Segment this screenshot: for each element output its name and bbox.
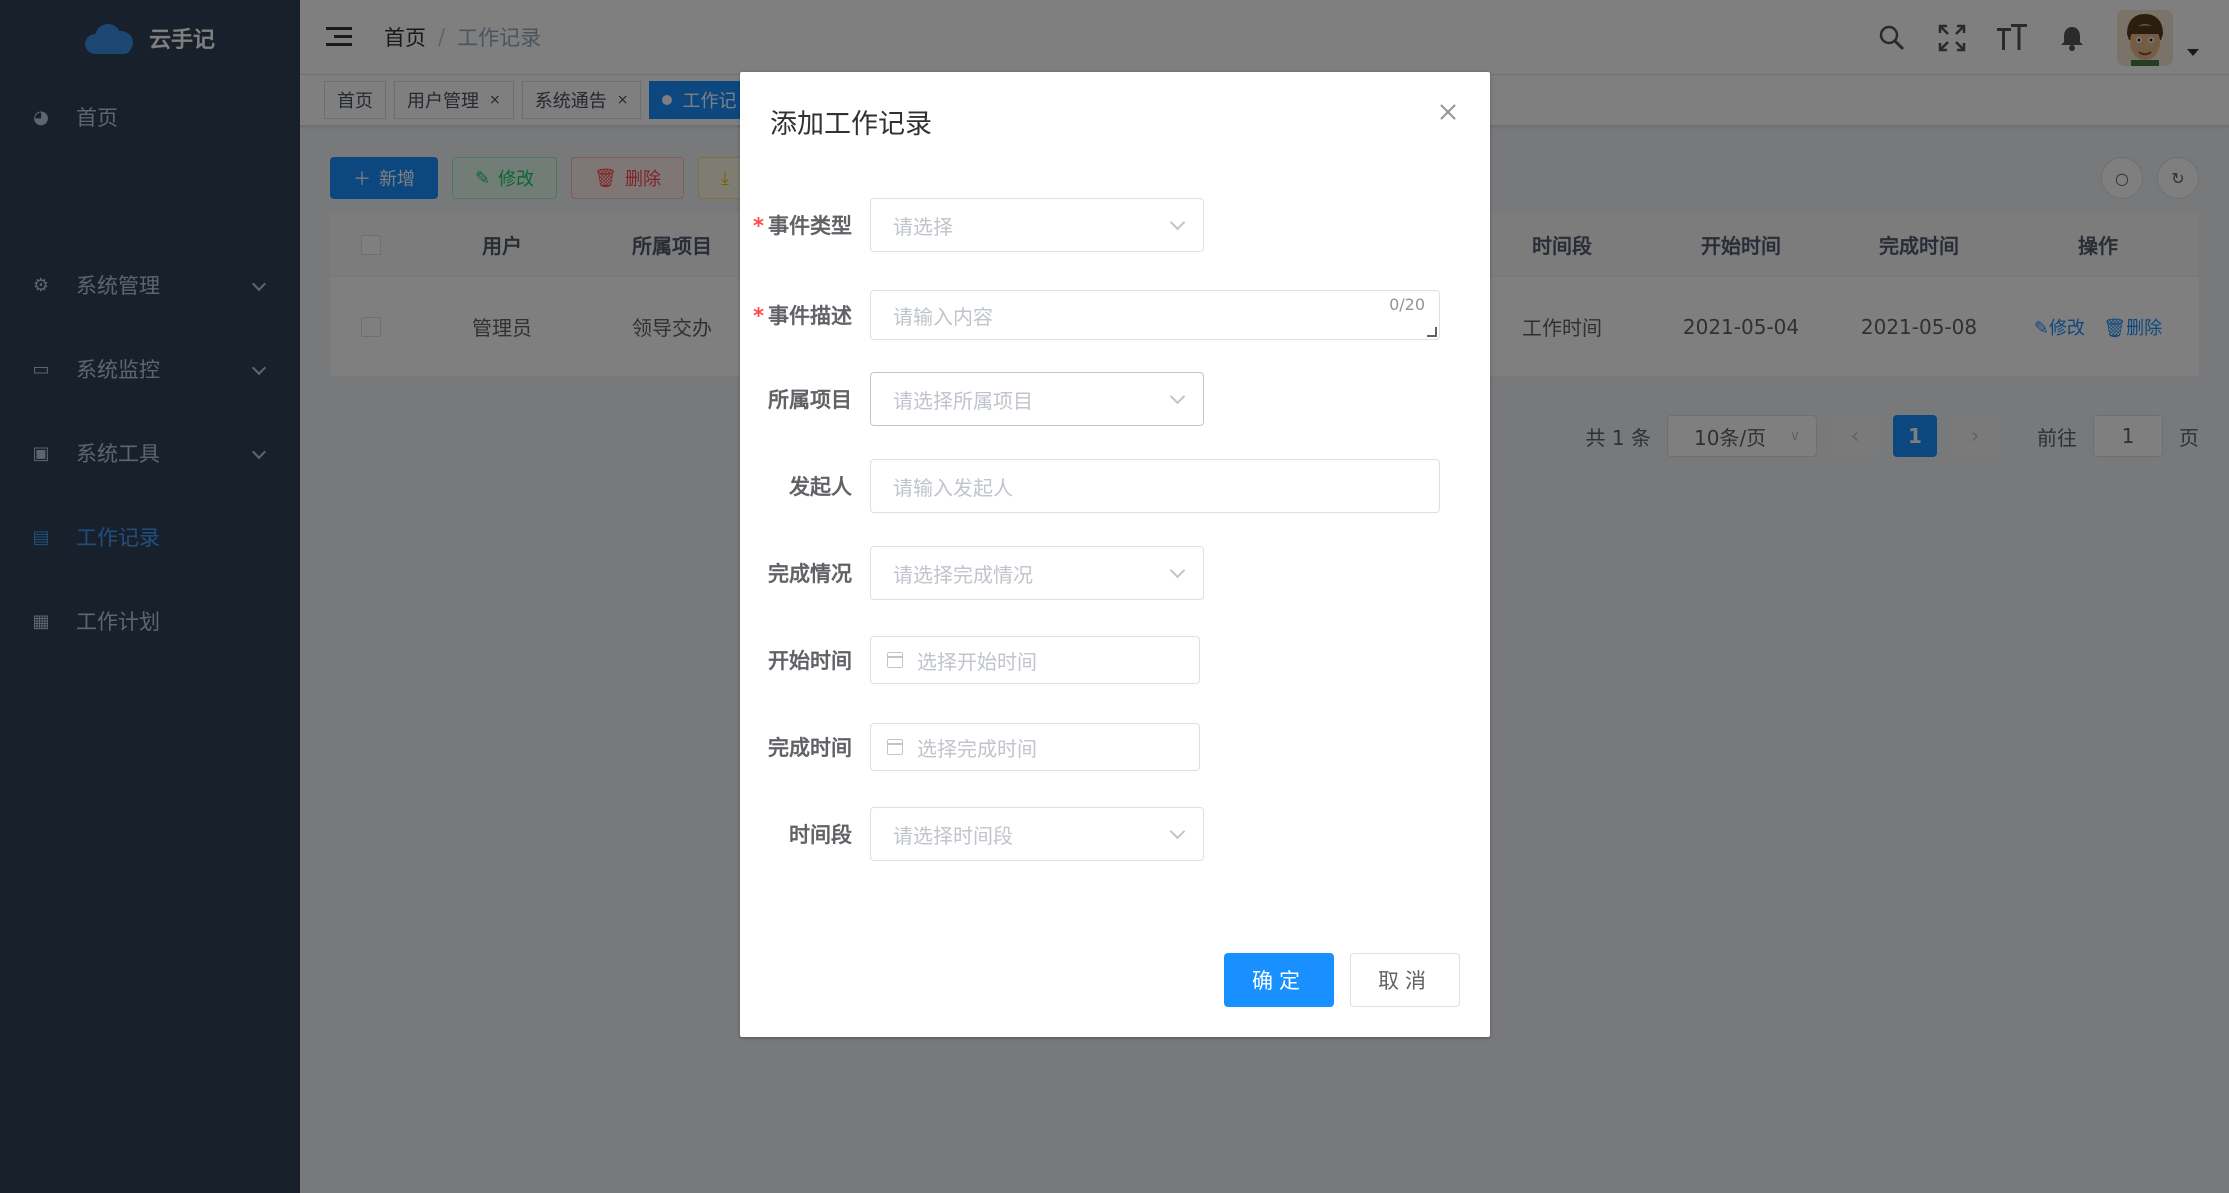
form-row-event-type: * 事件类型 请选择 [740, 198, 1490, 252]
dialog-footer: 确定 取消 [1224, 953, 1460, 1007]
add-work-record-dialog: 添加工作记录 * 事件类型 请选择 * 事件描述 请输入内容 0/20 所属项目 请… [740, 72, 1490, 1037]
form-row-status: 完成情况 请选择完成情况 [740, 546, 1490, 600]
period-placeholder: 请选择时间段 [893, 823, 1013, 848]
status-placeholder: 请选择完成情况 [893, 562, 1033, 587]
form-row-end-time: 完成时间 选择完成时间 [740, 723, 1490, 771]
cancel-button[interactable]: 取消 [1350, 953, 1460, 1007]
calendar-icon [887, 652, 903, 668]
label-event-desc: 事件描述 [768, 304, 852, 328]
end-time-placeholder: 选择完成时间 [917, 736, 1037, 761]
form-row-start-time: 开始时间 选择开始时间 [740, 636, 1490, 684]
label-event-type: 事件类型 [768, 214, 852, 238]
required-mark: * [753, 214, 764, 238]
initiator-placeholder: 请输入发起人 [893, 475, 1013, 500]
dialog-title: 添加工作记录 [770, 109, 932, 140]
event-type-select[interactable]: 请选择 [870, 198, 1204, 252]
project-placeholder: 请选择所属项目 [893, 388, 1033, 413]
form-row-event-desc: * 事件描述 请输入内容 0/20 [740, 290, 1490, 340]
required-mark: * [753, 304, 764, 328]
event-type-placeholder: 请选择 [893, 214, 953, 239]
form-row-period: 时间段 请选择时间段 [740, 807, 1490, 861]
start-time-picker[interactable]: 选择开始时间 [870, 636, 1200, 684]
period-select[interactable]: 请选择时间段 [870, 807, 1204, 861]
confirm-button[interactable]: 确定 [1224, 953, 1334, 1007]
end-time-picker[interactable]: 选择完成时间 [870, 723, 1200, 771]
label-project: 所属项目 [768, 388, 852, 412]
close-icon[interactable] [1436, 100, 1460, 124]
form-row-initiator: 发起人 请输入发起人 [740, 459, 1490, 513]
label-period: 时间段 [789, 823, 852, 847]
char-counter: 0/20 [1389, 295, 1425, 314]
resize-handle-icon[interactable] [1427, 327, 1437, 337]
start-time-placeholder: 选择开始时间 [917, 649, 1037, 674]
calendar-icon [887, 739, 903, 755]
project-select[interactable]: 请选择所属项目 [870, 372, 1204, 426]
label-end-time: 完成时间 [768, 736, 852, 760]
form-row-project: 所属项目 请选择所属项目 [740, 372, 1490, 426]
event-desc-textarea[interactable]: 请输入内容 0/20 [870, 290, 1440, 340]
status-select[interactable]: 请选择完成情况 [870, 546, 1204, 600]
event-desc-placeholder: 请输入内容 [893, 304, 993, 329]
label-initiator: 发起人 [789, 475, 852, 499]
initiator-input[interactable]: 请输入发起人 [870, 459, 1440, 513]
label-start-time: 开始时间 [768, 649, 852, 673]
label-status: 完成情况 [768, 562, 852, 586]
